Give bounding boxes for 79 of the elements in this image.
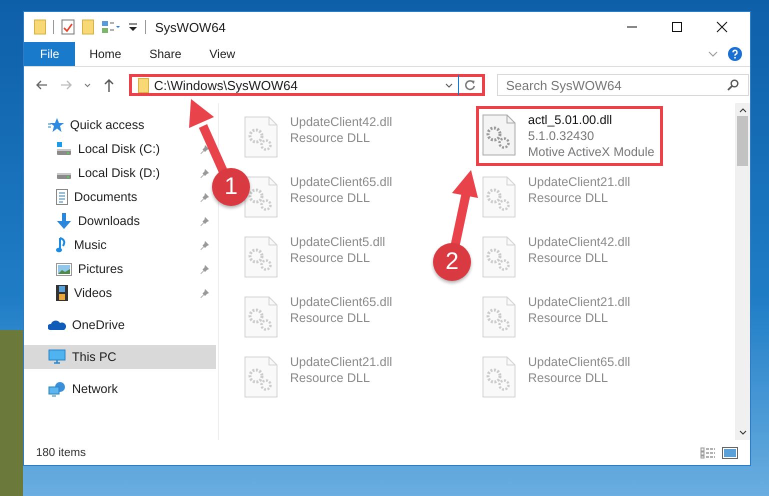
- folder-icon: [138, 78, 149, 92]
- maximize-icon[interactable]: [671, 21, 683, 33]
- scrollbar-thumb[interactable]: [737, 116, 748, 166]
- details-view-icon[interactable]: [700, 446, 716, 458]
- chevron-down-icon[interactable]: [445, 82, 453, 88]
- item-count: 180 items: [36, 446, 86, 458]
- pin-icon[interactable]: [200, 264, 210, 274]
- gear-file-icon[interactable]: [482, 114, 516, 156]
- document-icon: [56, 189, 68, 205]
- file-name: UpdateClient5.dll: [290, 234, 386, 250]
- file-name: UpdateClient65.dll: [290, 174, 392, 190]
- file-detail: Resource DLL: [528, 190, 609, 206]
- file-detail: Resource DLL: [290, 250, 371, 266]
- chevron-down-icon[interactable]: [84, 82, 91, 88]
- sidebar-item[interactable]: This PC: [24, 345, 216, 369]
- window-title: SysWOW64: [155, 20, 226, 34]
- refresh-icon[interactable]: [464, 79, 476, 91]
- folder-icon[interactable]: [34, 19, 46, 35]
- file-name: actl_5.01.00.dll: [528, 112, 614, 128]
- file-detail: Resource DLL: [290, 190, 371, 206]
- scroll-down-icon[interactable]: [738, 430, 746, 436]
- file-name: UpdateClient42.dll: [290, 114, 392, 130]
- file-detail: 5.1.0.32430: [528, 128, 596, 144]
- sidebar-item[interactable]: Downloads: [24, 209, 216, 233]
- drive-icon: [56, 172, 72, 180]
- download-arrow-icon: [56, 213, 72, 229]
- new-folder-icon[interactable]: [82, 19, 94, 35]
- ribbon-tab[interactable]: Home: [75, 42, 136, 66]
- monitor-icon: [48, 349, 66, 365]
- sidebar-item[interactable]: OneDrive: [24, 313, 216, 337]
- file-name: UpdateClient42.dll: [528, 234, 630, 250]
- file-name: UpdateClient21.dll: [528, 294, 630, 310]
- sidebar-item[interactable]: Music: [24, 233, 216, 257]
- pin-icon[interactable]: [200, 168, 210, 178]
- forward-arrow-icon[interactable]: [60, 79, 72, 91]
- file-name: UpdateClient65.dll: [528, 354, 630, 370]
- cloud-icon: [48, 319, 66, 331]
- pin-icon[interactable]: [200, 144, 210, 154]
- drive-icon: [56, 142, 72, 156]
- file-detail: Resource DLL: [528, 310, 609, 326]
- back-arrow-icon[interactable]: [36, 79, 48, 91]
- ribbon-tab[interactable]: Share: [135, 42, 196, 66]
- network-icon: [48, 381, 66, 397]
- pin-icon[interactable]: [200, 216, 210, 226]
- file-detail: Resource DLL: [290, 370, 371, 386]
- file-name: UpdateClient65.dll: [290, 294, 392, 310]
- close-icon[interactable]: [716, 21, 728, 33]
- file-detail: Motive ActiveX Module: [528, 144, 654, 160]
- sidebar-item[interactable]: Pictures: [24, 257, 216, 281]
- film-strip-icon: [56, 285, 68, 301]
- file-name: UpdateClient21.dll: [528, 174, 630, 190]
- sidebar-item[interactable]: Network: [24, 377, 216, 401]
- file-detail: Resource DLL: [528, 370, 609, 386]
- scroll-up-icon[interactable]: [738, 107, 746, 113]
- help-icon[interactable]: [728, 47, 742, 61]
- large-icons-view-icon[interactable]: [722, 446, 738, 458]
- sidebar-item[interactable]: Videos: [24, 281, 216, 305]
- ribbon-tab[interactable]: File: [24, 42, 76, 66]
- up-arrow-icon[interactable]: [103, 78, 115, 92]
- file-item[interactable]: actl_5.01.00.dll 5.1.0.32430 Motive ActiveX Module: [476, 106, 664, 166]
- pin-icon[interactable]: [200, 192, 210, 202]
- picture-icon: [56, 262, 72, 276]
- address-bar[interactable]: C:\Windows\SysWOW64: [129, 74, 485, 96]
- search-field[interactable]: Search SysWOW64: [497, 74, 749, 96]
- sidebar-item[interactable]: Local Disk (C:): [24, 137, 216, 161]
- gear-file-icon[interactable]: [244, 176, 278, 218]
- properties-icon[interactable]: [61, 19, 75, 35]
- pin-icon[interactable]: [200, 288, 210, 298]
- file-detail: Resource DLL: [290, 310, 371, 326]
- file-detail: Resource DLL: [528, 250, 609, 266]
- view-icon[interactable]: [101, 20, 121, 34]
- star-icon: [48, 117, 64, 133]
- music-note-icon: [56, 237, 68, 253]
- file-name: UpdateClient21.dll: [290, 354, 392, 370]
- file-detail: Resource DLL: [290, 130, 371, 146]
- sidebar-item[interactable]: Quick access: [24, 113, 216, 137]
- ribbon-tab[interactable]: View: [195, 42, 250, 66]
- pin-icon[interactable]: [200, 240, 210, 250]
- customize-icon[interactable]: [128, 22, 138, 32]
